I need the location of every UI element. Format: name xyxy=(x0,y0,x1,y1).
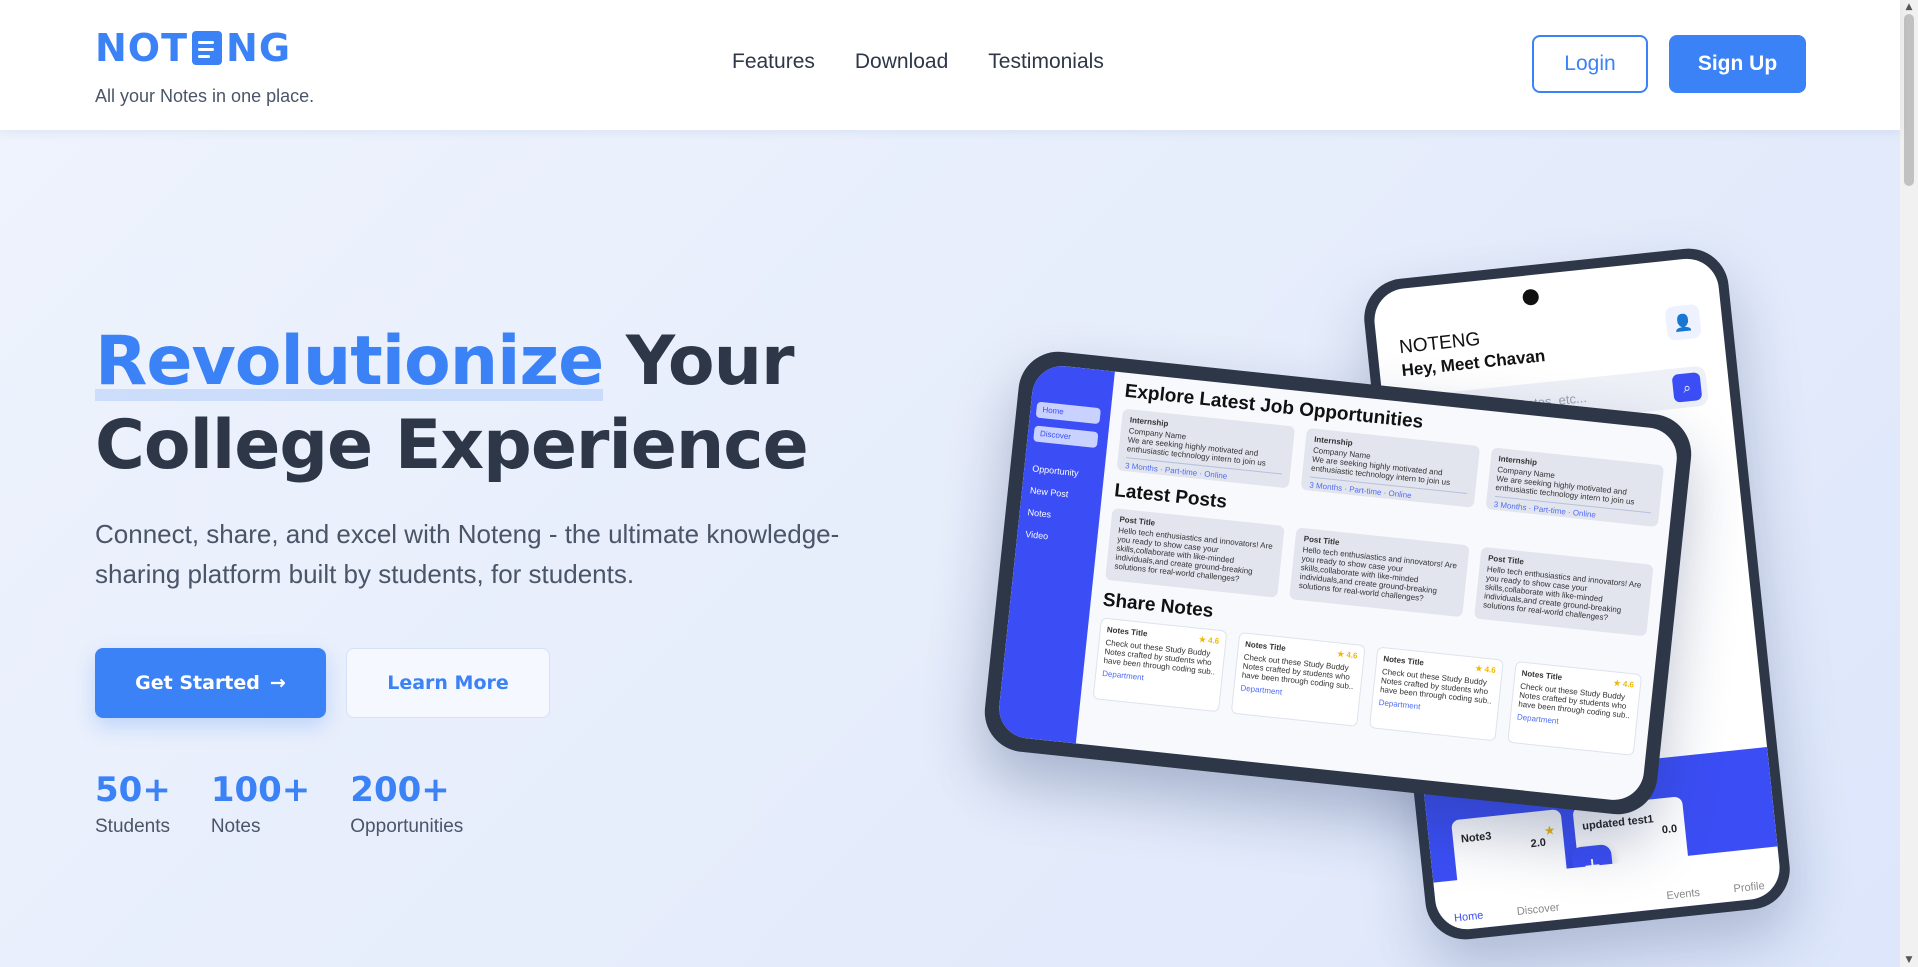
logo[interactable]: NOT NG xyxy=(95,26,291,70)
tablet-sidebar-opportunity: Opportunity xyxy=(1031,463,1080,479)
site-header: NOT NG All your Notes in one place. Feat… xyxy=(0,0,1900,130)
stats: 50+ Students 100+ Notes 200+ Opportuniti… xyxy=(95,770,463,838)
arrow-right-icon: → xyxy=(269,672,286,694)
hero-title-line2: College Experience xyxy=(95,406,809,485)
tablet-sidebar-home: Home xyxy=(1035,401,1101,425)
job-card: Internship Company Name We are seeking hig… xyxy=(1300,427,1480,508)
tablet-sidebar-new-post: New Post xyxy=(1029,485,1069,500)
post-card: Post Title Hello tech enthusiastics and i… xyxy=(1105,508,1285,598)
note-card: Notes Title ★ 4.6 Check out these Study Bu… xyxy=(1092,617,1228,713)
note-card: Notes Title ★ 4.6 Check out these Study Bu… xyxy=(1507,661,1643,756)
logo-text-right: NG xyxy=(226,26,292,70)
stat-label: Opportunities xyxy=(350,816,464,837)
book-icon xyxy=(192,31,223,65)
phone-nav-home: Home xyxy=(1453,909,1484,925)
note-rating: ★ 4.6 xyxy=(1613,678,1635,690)
phone-nav-events: Events xyxy=(1665,886,1701,903)
learn-more-button[interactable]: Learn More xyxy=(346,648,550,718)
stat-students: 50+ Students xyxy=(95,770,171,838)
hero-subtitle: Connect, share, and excel with Noteng - … xyxy=(95,519,840,589)
note-card: Notes Title ★ 4.6 Check out these Study Bu… xyxy=(1230,631,1366,727)
hero-title-highlight: Revolutionize xyxy=(95,322,604,401)
nav-download[interactable]: Download xyxy=(855,50,948,74)
note-title: Notes Title xyxy=(1521,668,1563,682)
tablet-main: Explore Latest Job Opportunities Interns… xyxy=(1088,381,1667,802)
job-card: Internship Company Name We are seeking hig… xyxy=(1116,408,1296,489)
nav-spacer xyxy=(1594,906,1634,910)
scroll-down-icon[interactable]: ▼ xyxy=(1904,955,1914,965)
note-rating: ★ 4.6 xyxy=(1474,663,1497,675)
stat-value: 100+ xyxy=(210,770,311,810)
stat-value: 50+ xyxy=(95,770,171,810)
signup-button[interactable]: Sign Up xyxy=(1669,35,1806,93)
nav-features[interactable]: Features xyxy=(732,50,815,74)
logo-text-left: NOT xyxy=(95,26,189,70)
stat-opportunities: 200+ Opportunities xyxy=(350,770,463,838)
user-icon: 👤 xyxy=(1664,303,1702,342)
tagline: All your Notes in one place. xyxy=(95,86,315,106)
post-card: Post Title Hello tech enthusiastics and i… xyxy=(1289,527,1470,618)
page-scrollbar[interactable]: ▲ ▼ xyxy=(1900,0,1918,967)
tablet-screen: Home Discover Opportunity New Post Notes… xyxy=(996,363,1680,803)
note-title: Notes Title xyxy=(1382,654,1425,668)
stat-notes: 100+ Notes xyxy=(211,770,310,838)
get-started-button[interactable]: Get Started → xyxy=(95,648,326,718)
phone-nav-discover: Discover xyxy=(1516,901,1561,918)
get-started-label: Get Started xyxy=(135,672,260,694)
login-button[interactable]: Login xyxy=(1532,35,1648,93)
note-rating: ★ 4.6 xyxy=(1198,634,1220,646)
phone-nav-profile: Profile xyxy=(1732,880,1766,896)
post-card: Post Title Hello tech enthusiastics and i… xyxy=(1473,546,1654,637)
note-title: Notes Title xyxy=(1106,625,1148,639)
scrollbar-thumb[interactable] xyxy=(1904,14,1914,186)
job-card: Internship Company Name We are seeking hig… xyxy=(1485,447,1665,528)
scroll-up-icon[interactable]: ▲ xyxy=(1904,2,1914,12)
note-title: Notes Title xyxy=(1244,639,1287,653)
tablet-sidebar-notes: Notes xyxy=(1027,507,1052,520)
camera-notch xyxy=(1521,288,1540,307)
note-rating: ★ 4.6 xyxy=(1336,649,1358,661)
main-nav: Features Download Testimonials xyxy=(732,50,1104,74)
note-card: Notes Title ★ 4.6 Check out these Study Bu… xyxy=(1369,646,1504,742)
tablet-sidebar-discover: Discover xyxy=(1033,425,1099,449)
star-icon: ★ xyxy=(1544,824,1556,838)
hero-title: Revolutionize Your College Experience xyxy=(95,320,809,488)
search-icon: ⌕ xyxy=(1671,371,1703,403)
tablet-mockup: Home Discover Opportunity New Post Notes… xyxy=(980,347,1696,819)
stat-value: 200+ xyxy=(350,770,450,810)
stat-label: Notes xyxy=(210,816,261,837)
nav-testimonials[interactable]: Testimonials xyxy=(988,50,1104,74)
stat-label: Students xyxy=(95,816,170,837)
tablet-sidebar-video: Video xyxy=(1024,529,1049,542)
hero-title-rest: Your xyxy=(625,322,795,401)
